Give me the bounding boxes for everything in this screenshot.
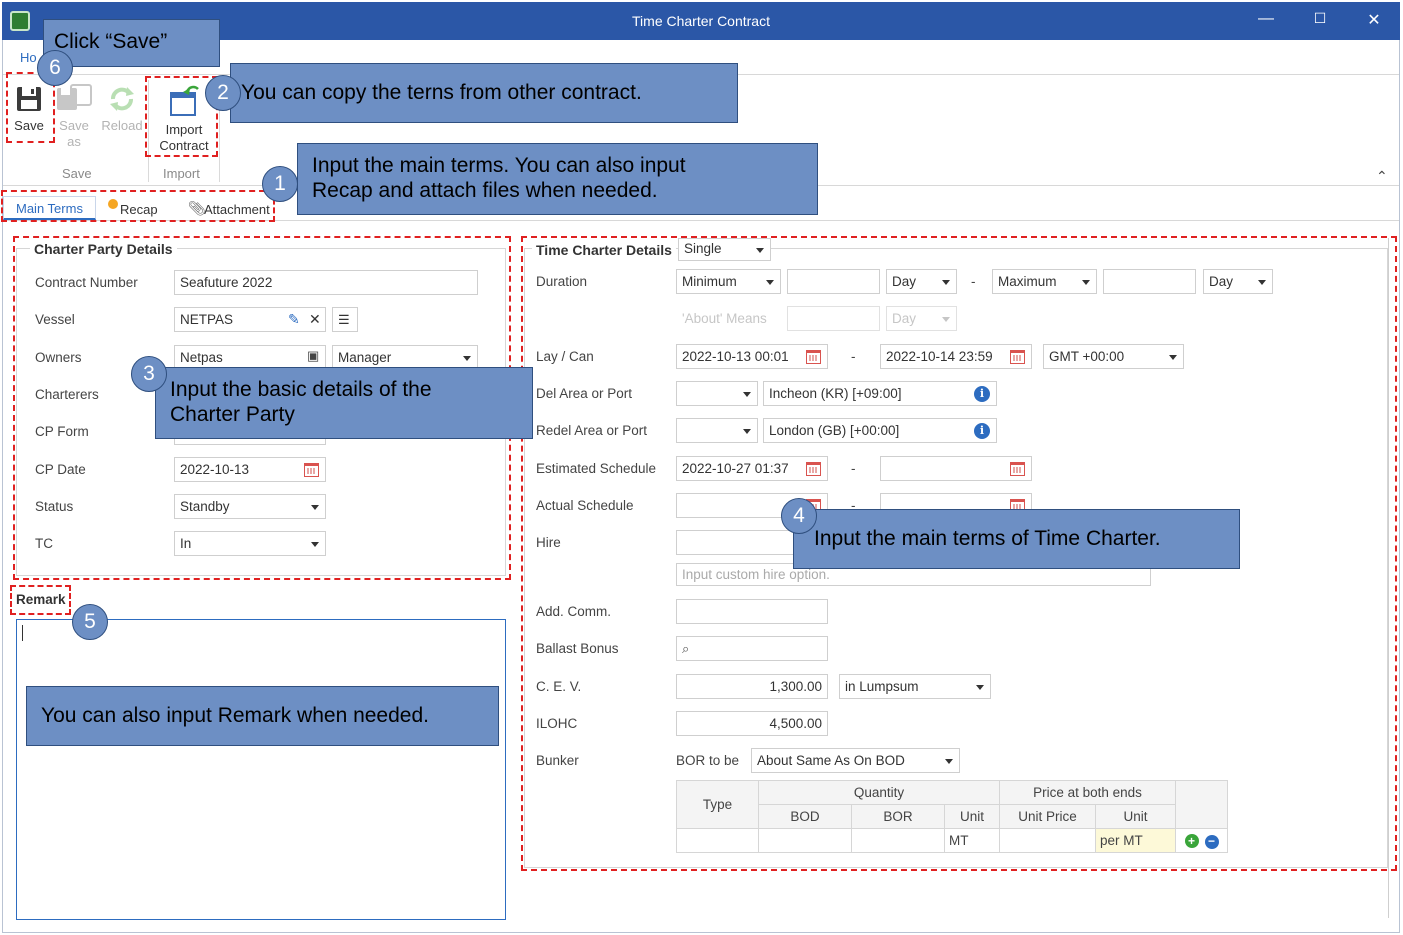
callout-3-badge: 3 — [131, 356, 167, 392]
annotation-box-tabs — [1, 190, 275, 222]
minimize-button[interactable]: — — [1254, 10, 1278, 32]
save-as-label-2: as — [67, 134, 81, 149]
callout-2-text: You can copy the terns from other contra… — [241, 81, 642, 104]
remark-textarea[interactable] — [16, 619, 506, 920]
callout-5-text: You can also input Remark when needed. — [41, 704, 429, 727]
ribbon-group-save-label: Save — [62, 166, 92, 181]
callout-1-badge: 1 — [262, 166, 298, 202]
reload-label: Reload — [101, 118, 143, 133]
save-as-label-1: Save — [59, 118, 89, 133]
callout-4-text: Input the main terms of Time Charter. — [814, 527, 1161, 550]
ribbon-tab-home[interactable]: Ho — [20, 50, 37, 65]
callout-1-line1: Input the main terms. You can also input — [312, 154, 686, 177]
callout-3-line2: Charter Party — [170, 403, 295, 426]
callout-2: You can copy the terns from other contra… — [230, 63, 738, 123]
callout-4-badge: 4 — [781, 498, 817, 534]
callout-2-badge: 2 — [205, 75, 241, 111]
save-as-button[interactable]: Save as — [54, 84, 94, 150]
callout-1-line2: Recap and attach files when needed. — [312, 179, 658, 202]
maximize-button[interactable]: ☐ — [1308, 10, 1332, 32]
close-button[interactable]: ✕ — [1362, 10, 1386, 32]
callout-4: Input the main terms of Time Charter. — [793, 509, 1240, 569]
callout-3: Input the basic details of the Charter P… — [155, 367, 533, 439]
callout-5: You can also input Remark when needed. — [26, 686, 499, 746]
reload-button[interactable]: Reload — [100, 84, 144, 134]
text-cursor — [22, 625, 23, 641]
callout-6-badge: 6 — [37, 50, 73, 86]
save-as-icon — [57, 84, 92, 110]
callout-3-line1: Input the basic details of the — [170, 378, 432, 401]
callout-1: Input the main terms. You can also input… — [297, 143, 818, 215]
ribbon-group-import-label: Import — [163, 166, 200, 181]
ribbon-collapse-button[interactable]: ⌃ — [1376, 168, 1388, 185]
callout-5-badge: 5 — [72, 604, 108, 640]
annotation-box-remark — [10, 585, 71, 615]
callout-6-text: Click “Save” — [54, 30, 168, 53]
reload-icon — [110, 87, 134, 111]
